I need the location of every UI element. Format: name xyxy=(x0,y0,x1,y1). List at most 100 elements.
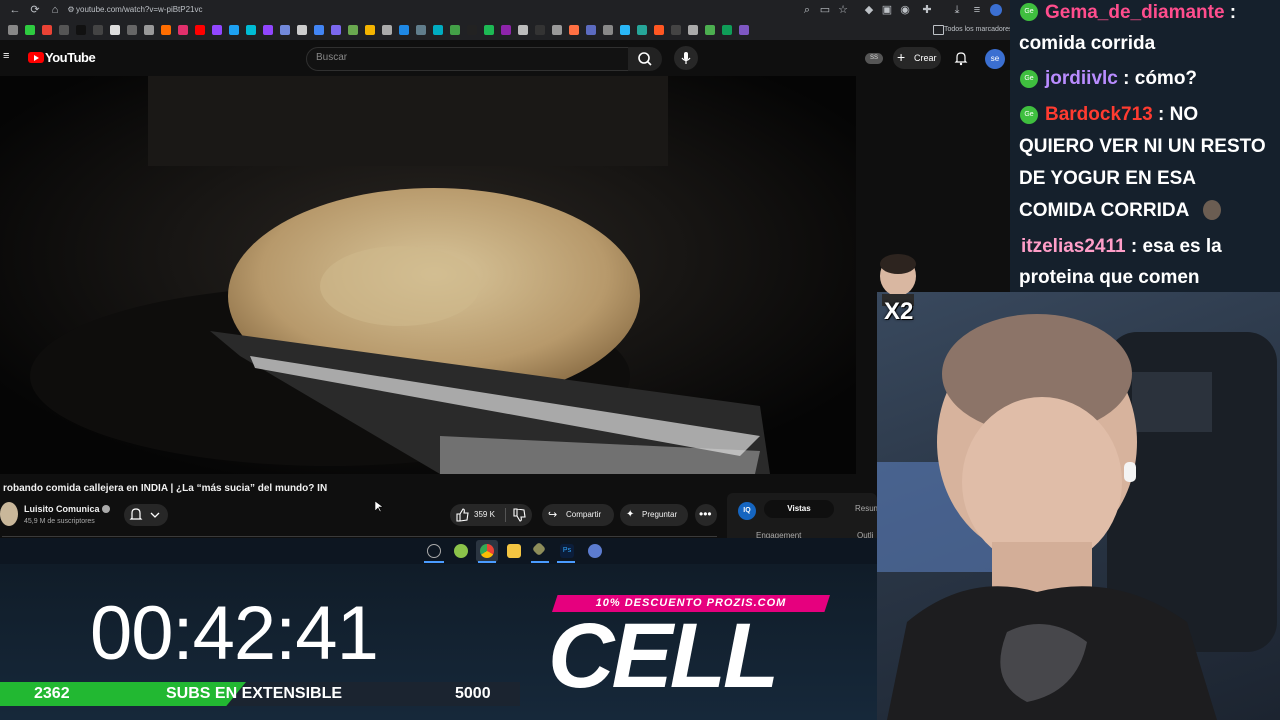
notifications-bell-icon[interactable] xyxy=(953,50,969,66)
bookmark-icon[interactable] xyxy=(127,25,137,35)
bookmark-icon[interactable] xyxy=(739,25,749,35)
chat-message-text: QUIERO VER NI UN RESTO xyxy=(1019,136,1266,157)
obs-icon[interactable] xyxy=(427,544,441,558)
create-label: Crear xyxy=(914,53,937,63)
chat-badge-icon: Ge xyxy=(1020,106,1038,124)
cast-icon[interactable]: ▭ xyxy=(818,3,832,17)
all-bookmarks[interactable]: Todos los marcadores xyxy=(944,24,1012,36)
star-icon[interactable]: ☆ xyxy=(836,3,850,17)
bookmark-icon[interactable] xyxy=(144,25,154,35)
photoshop-icon[interactable]: Ps xyxy=(560,544,574,558)
bookmark-icon[interactable] xyxy=(535,25,545,35)
tab-vistas-label: Vistas xyxy=(787,504,811,513)
bookmark-icon[interactable] xyxy=(93,25,103,35)
subscription-bell-button[interactable] xyxy=(124,504,168,526)
ss-badge[interactable]: SS xyxy=(865,53,883,64)
bookmark-icon[interactable] xyxy=(722,25,732,35)
bookmark-icon[interactable] xyxy=(671,25,681,35)
bookmark-icon[interactable] xyxy=(314,25,324,35)
subs-goal: 5000 xyxy=(455,685,491,702)
bookmark-icon[interactable] xyxy=(178,25,188,35)
bookmark-icon[interactable] xyxy=(59,25,69,35)
dislike-button[interactable] xyxy=(512,508,526,527)
zoom-icon[interactable]: ⌕ xyxy=(800,3,814,17)
bookmark-icon[interactable] xyxy=(195,25,205,35)
chat-badge-icon: Ge xyxy=(1020,70,1038,88)
app-icon[interactable] xyxy=(454,544,468,558)
thumbs-up-icon xyxy=(456,508,469,522)
bookmark-icon[interactable] xyxy=(569,25,579,35)
bookmark-icon[interactable] xyxy=(467,25,477,35)
extension-icon[interactable]: ▣ xyxy=(880,3,894,17)
bookmark-icon[interactable] xyxy=(161,25,171,35)
divider xyxy=(2,536,717,537)
bookmark-icon[interactable] xyxy=(280,25,290,35)
folder-icon xyxy=(933,25,944,35)
bookmark-icon[interactable] xyxy=(688,25,698,35)
bookmark-icon[interactable] xyxy=(552,25,562,35)
taskbar-indicator xyxy=(557,561,575,563)
channel-avatar[interactable] xyxy=(0,502,18,526)
bookmark-icon[interactable] xyxy=(382,25,392,35)
bookmark-icon[interactable] xyxy=(331,25,341,35)
like-button[interactable] xyxy=(455,508,469,527)
bookmark-icon[interactable] xyxy=(25,25,35,35)
taskbar-indicator xyxy=(531,561,549,563)
bookmark-icon[interactable] xyxy=(586,25,596,35)
chat-message: jordiivlc : cómo? xyxy=(1045,68,1198,89)
iq-badge[interactable]: IQ xyxy=(738,502,756,520)
bookmark-icon[interactable] xyxy=(76,25,86,35)
chat-username: itzelias2411 xyxy=(1021,236,1126,257)
bookmark-icon[interactable] xyxy=(450,25,460,35)
channel-name[interactable]: Luisito Comunica xyxy=(24,504,100,515)
bookmark-icon[interactable] xyxy=(603,25,613,35)
bookmark-icon[interactable] xyxy=(212,25,222,35)
bookmark-icon[interactable] xyxy=(229,25,239,35)
bookmark-icon[interactable] xyxy=(297,25,307,35)
bookmark-icon[interactable] xyxy=(246,25,256,35)
bookmark-icon[interactable] xyxy=(484,25,494,35)
address-bar[interactable]: youtube.com/watch?v=w-piBtP21vc xyxy=(76,3,796,17)
folder-icon[interactable] xyxy=(507,544,521,558)
bookmark-icon[interactable] xyxy=(416,25,426,35)
menu-icon[interactable]: ≡ xyxy=(970,3,984,17)
search-button[interactable] xyxy=(628,47,662,71)
like-count: 359 K xyxy=(474,510,495,519)
bookmark-icon[interactable] xyxy=(365,25,375,35)
back-icon[interactable]: ← xyxy=(8,3,22,17)
profile-icon[interactable] xyxy=(990,4,1002,16)
bookmark-icon[interactable] xyxy=(263,25,273,35)
bookmark-icon[interactable] xyxy=(654,25,664,35)
download-icon[interactable]: ⤓ xyxy=(950,3,964,17)
bookmark-icon[interactable] xyxy=(705,25,715,35)
bookmark-icon[interactable] xyxy=(501,25,511,35)
account-avatar[interactable]: se xyxy=(985,49,1005,69)
bookmark-icon[interactable] xyxy=(620,25,630,35)
bookmark-icon[interactable] xyxy=(348,25,358,35)
hamburger-menu-icon[interactable]: ≡ xyxy=(3,51,12,62)
play-triangle-icon xyxy=(34,55,39,61)
bookmark-icon[interactable] xyxy=(433,25,443,35)
extensions-puzzle-icon[interactable]: ✚ xyxy=(920,3,934,17)
divider xyxy=(505,508,506,522)
search-icon xyxy=(638,52,652,66)
reload-icon[interactable]: ⟳ xyxy=(28,3,42,17)
bookmark-icon[interactable] xyxy=(399,25,409,35)
youtube-page: ≡ YouTube Buscar SS + Crear se robando c… xyxy=(0,40,1010,560)
bookmark-icon[interactable] xyxy=(110,25,120,35)
video-player[interactable] xyxy=(0,76,856,474)
voice-search-button[interactable] xyxy=(674,46,698,70)
plus-icon: + xyxy=(897,49,906,65)
extension-icon[interactable]: ◉ xyxy=(898,3,912,17)
bookmark-icon[interactable] xyxy=(637,25,647,35)
bookmark-icon[interactable] xyxy=(42,25,52,35)
search-input[interactable] xyxy=(306,47,630,71)
share-label: Compartir xyxy=(566,510,602,519)
youtube-logo-text[interactable]: YouTube xyxy=(45,50,96,66)
bookmark-icon[interactable] xyxy=(8,25,18,35)
extension-icon[interactable]: ◆ xyxy=(862,3,876,17)
app-icon[interactable] xyxy=(588,544,602,558)
home-icon[interactable]: ⌂ xyxy=(48,3,62,17)
chrome-icon[interactable] xyxy=(480,544,494,558)
bookmark-icon[interactable] xyxy=(518,25,528,35)
